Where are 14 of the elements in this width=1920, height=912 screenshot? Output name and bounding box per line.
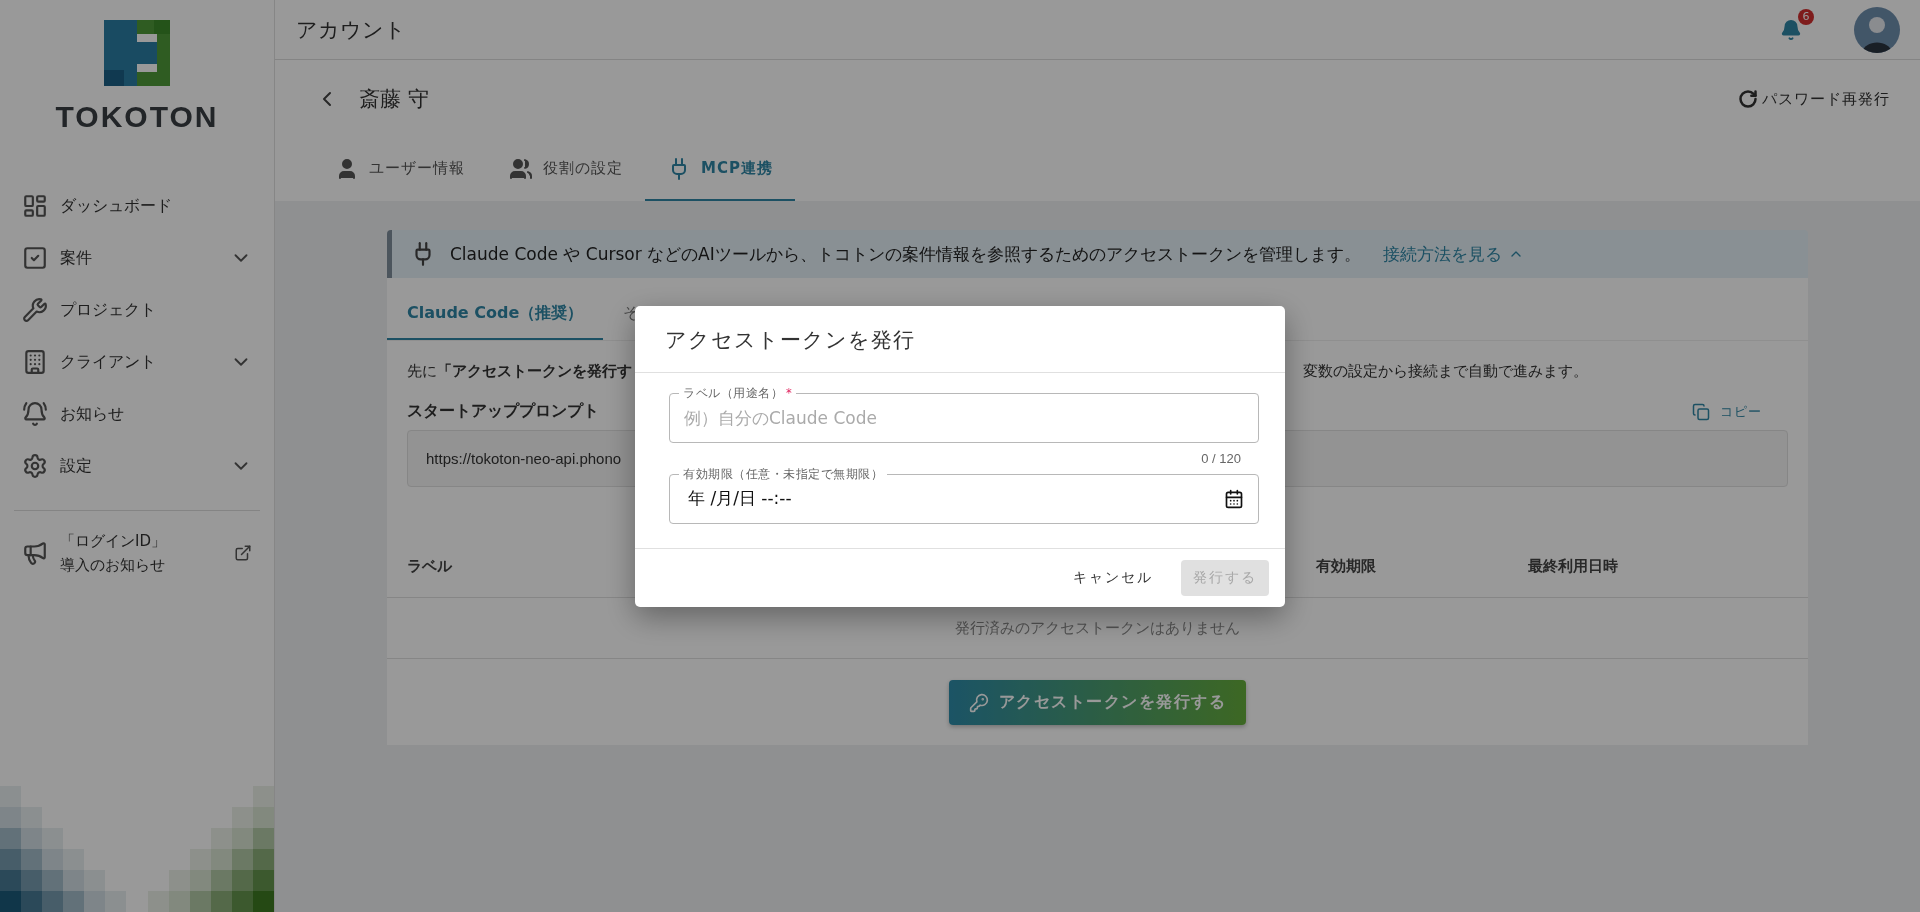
instruction-text: 先に「アクセストークンを発行す [407, 362, 632, 381]
dialog-title: アクセストークンを発行 [635, 305, 1285, 373]
character-counter: 0 / 120 [1201, 450, 1241, 466]
column-header: 最終利用日時 [1528, 556, 1619, 576]
column-header: 有効期限 [1316, 556, 1377, 576]
instruction-text: 変数の設定から接続まで自動で進みます。 [1303, 362, 1589, 381]
empty-message: 発行済みのアクセストークンはありません [955, 618, 1240, 638]
notification-count: 6 [1798, 8, 1814, 25]
page-title: アカウント [296, 16, 407, 44]
column-header: ラベル [407, 556, 453, 576]
section-title: スタートアッププロンプト [407, 401, 599, 422]
brand-name: TOKOTON [55, 100, 219, 134]
user-name: 斎藤 守 [359, 86, 430, 113]
banner-text: Claude Code や Cursor などのAIツールから、トコトンの案件情報を参照するためのアクセストークンを管理します。 [450, 242, 1361, 266]
